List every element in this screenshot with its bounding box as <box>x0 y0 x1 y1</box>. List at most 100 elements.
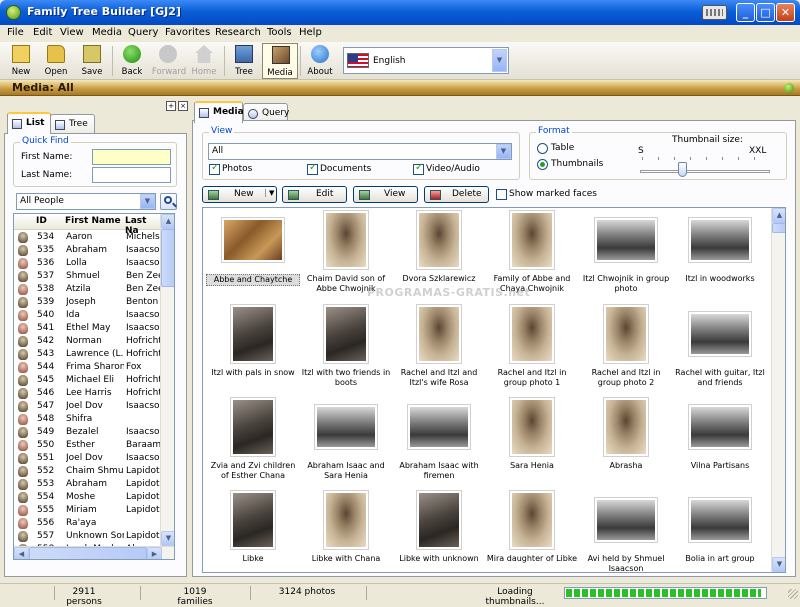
media-thumbnail[interactable] <box>323 210 369 270</box>
media-thumbnail[interactable] <box>314 404 378 450</box>
media-item[interactable]: Rachel and Itzl and Itzl's wife Rosa <box>392 303 486 393</box>
media-thumbnail[interactable] <box>230 304 276 364</box>
media-thumbnail[interactable] <box>323 304 369 364</box>
media-item[interactable]: Rachel and Itzl in group photo 1 <box>485 303 579 393</box>
language-select[interactable]: English ▼ <box>343 47 509 74</box>
menu-media[interactable]: Media <box>92 27 122 38</box>
table-radio[interactable] <box>537 143 548 154</box>
table-row[interactable]: 557 Unknown Son Lapidot <box>14 530 160 543</box>
table-row[interactable]: 542 Norman Hofrichter <box>14 335 160 348</box>
media-item[interactable]: Libke <box>206 489 300 572</box>
scroll-down-icon[interactable]: ▼ <box>772 557 785 572</box>
table-row[interactable]: 556 Ra'aya <box>14 517 160 530</box>
scroll-left-icon[interactable]: ◀ <box>14 547 29 559</box>
tab-media[interactable]: Media <box>194 101 244 123</box>
scroll-thumb[interactable] <box>772 223 785 233</box>
table-row[interactable]: 552 Chaim ShmuelLapidot <box>14 465 160 478</box>
table-row[interactable]: 550 Esther Baraam <box>14 439 160 452</box>
table-row[interactable]: 534 Aaron Michelson <box>14 231 160 244</box>
people-filter-select[interactable]: All People ▼ <box>16 193 156 210</box>
media-thumbnail[interactable] <box>688 497 752 543</box>
media-item[interactable]: Libke with unknown <box>392 489 486 572</box>
table-row[interactable]: 544 Frima Sharon Fox <box>14 361 160 374</box>
menu-query[interactable]: Query <box>128 27 158 38</box>
media-item[interactable]: Sara Henia <box>485 396 579 486</box>
media-item[interactable]: Vilna Partisans <box>673 396 767 486</box>
tree-button[interactable]: Tree <box>226 43 262 79</box>
media-item[interactable]: Itzl in woodworks <box>673 209 767 299</box>
media-thumbnail[interactable] <box>509 397 555 457</box>
resize-grip[interactable] <box>788 589 798 599</box>
close-pane-icon[interactable]: × <box>178 101 188 111</box>
media-item[interactable]: Zvia and Zvi children of Esther Chana <box>206 396 300 486</box>
media-item[interactable]: Abrasha <box>579 396 673 486</box>
table-row[interactable]: 535 Abraham Isaacson <box>14 244 160 257</box>
menu-tools[interactable]: Tools <box>267 27 292 38</box>
chevron-down-icon[interactable]: ▼ <box>265 189 274 197</box>
gallery-scrollbar[interactable]: ▲ ▼ <box>771 208 785 572</box>
video-audio-checkbox[interactable] <box>413 162 424 175</box>
new-button[interactable]: New <box>3 43 39 79</box>
media-item[interactable]: Libke with Chana <box>299 489 393 572</box>
media-thumbnail[interactable] <box>416 304 462 364</box>
column-first-name[interactable]: First Name <box>65 216 121 226</box>
menu-edit[interactable]: Edit <box>33 27 52 38</box>
table-row[interactable]: 549 Bezalel Isaacson <box>14 426 160 439</box>
table-row[interactable]: 541 Ethel May Isaacson <box>14 322 160 335</box>
media-thumbnail[interactable] <box>509 490 555 550</box>
search-button[interactable] <box>160 193 177 210</box>
scroll-up-icon[interactable]: ▲ <box>161 214 174 229</box>
media-item[interactable]: Avi held by Shmuel Isaacson <box>579 489 673 572</box>
view-button[interactable]: View <box>353 186 418 203</box>
table-row[interactable]: 538 Atzila Ben Zeev <box>14 283 160 296</box>
people-hscrollbar[interactable]: ◀ ▶ <box>14 546 174 559</box>
media-thumbnail[interactable] <box>603 304 649 364</box>
media-item[interactable]: Abraham Isaac and Sara Henia <box>299 396 393 486</box>
scroll-thumb[interactable] <box>161 229 174 287</box>
menu-view[interactable]: View <box>60 27 84 38</box>
menu-favorites[interactable]: Favorites <box>165 27 210 38</box>
tab-list[interactable]: List <box>7 112 51 134</box>
media-thumbnail[interactable] <box>688 404 752 450</box>
photos-checkbox[interactable] <box>209 162 220 175</box>
media-thumbnail[interactable] <box>323 490 369 550</box>
pin-icon[interactable]: + <box>166 101 176 111</box>
close-button[interactable]: ✕ <box>776 3 795 22</box>
scroll-down-icon[interactable]: ▼ <box>161 531 174 546</box>
media-item[interactable]: Abraham Isaac with firemen <box>392 396 486 486</box>
people-scrollbar[interactable]: ▲ ▼ <box>160 214 174 546</box>
table-row[interactable]: 551 Joel Dov Isaacson <box>14 452 160 465</box>
show-marked-faces-checkbox[interactable] <box>496 189 507 200</box>
media-thumbnail[interactable] <box>230 490 276 550</box>
media-thumbnail[interactable] <box>594 217 658 263</box>
save-button[interactable]: Save <box>74 43 110 79</box>
media-thumbnail[interactable] <box>416 490 462 550</box>
table-row[interactable]: 546 Lee Harris Hofrichter <box>14 387 160 400</box>
first-name-field[interactable] <box>92 149 171 165</box>
media-thumbnail[interactable] <box>603 397 649 457</box>
table-row[interactable]: 539 Joseph Benton <box>14 296 160 309</box>
media-thumbnail[interactable] <box>594 497 658 543</box>
minimize-button[interactable]: _ <box>736 3 755 22</box>
media-thumbnail[interactable] <box>509 210 555 270</box>
open-button[interactable]: Open <box>38 43 74 79</box>
menu-help[interactable]: Help <box>299 27 322 38</box>
documents-checkbox[interactable] <box>307 162 318 175</box>
column-id[interactable]: ID <box>36 216 47 226</box>
table-row[interactable]: 536 Lolla Isaacson <box>14 257 160 270</box>
menu-research[interactable]: Research <box>215 27 261 38</box>
table-row[interactable]: 554 Moshe Lapidot <box>14 491 160 504</box>
table-row[interactable]: 540 Ida Isaacson <box>14 309 160 322</box>
tab-tree[interactable]: Tree <box>50 114 95 134</box>
media-thumbnail[interactable] <box>230 397 276 457</box>
media-thumbnail[interactable] <box>509 304 555 364</box>
menu-file[interactable]: File <box>7 27 24 38</box>
media-item[interactable]: Bolia in art group <box>673 489 767 572</box>
last-name-field[interactable] <box>92 167 171 183</box>
chevron-down-icon[interactable]: ▼ <box>492 49 507 72</box>
media-item[interactable]: Mira daughter of Libke <box>485 489 579 572</box>
scroll-up-icon[interactable]: ▲ <box>772 208 785 223</box>
media-item[interactable]: Itzl with pals in snow <box>206 303 300 393</box>
table-row[interactable]: 547 Joel Dov Isaacson <box>14 400 160 413</box>
media-thumbnail[interactable] <box>688 217 752 263</box>
